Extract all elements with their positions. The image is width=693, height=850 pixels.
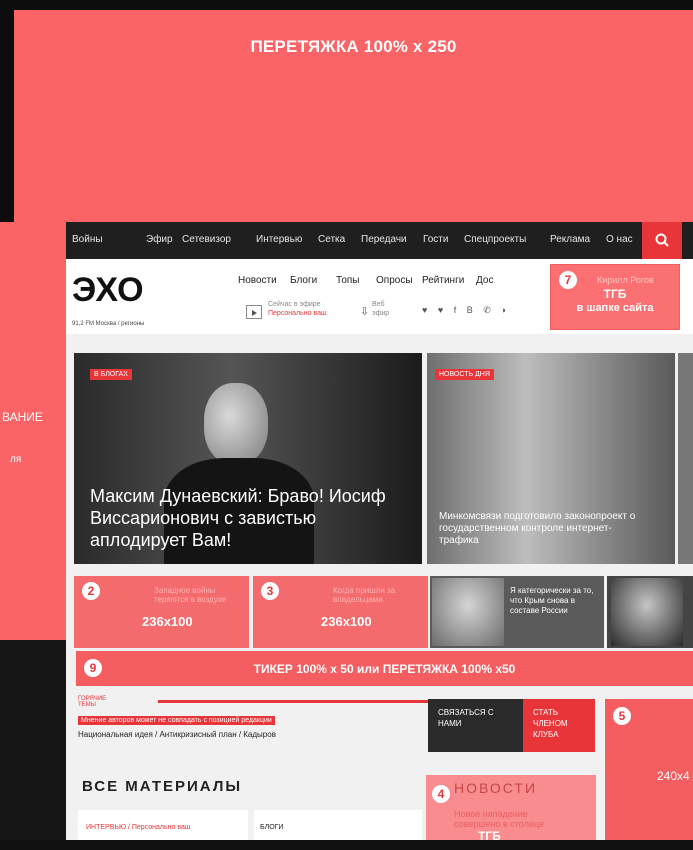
- join-label: СТАТЬ ЧЛЕНОМ КЛУБА: [533, 708, 568, 739]
- sub-nav: Новости Блоги Топы Опросы Рейтинги Дос: [238, 275, 538, 289]
- subnav-item[interactable]: Рейтинги: [422, 275, 464, 286]
- nav-item[interactable]: Сетка: [318, 234, 345, 245]
- hot-topics: ГОРЯЧИЕ ТЕМЫ Мнение авторов может не сов…: [78, 696, 428, 756]
- story-tag: В БЛОГАХ: [90, 369, 132, 380]
- news-tgb-ad: 4 НОВОСТИ Новое нападение совершено в ст…: [426, 775, 596, 850]
- site-logo[interactable]: ЭХО: [72, 271, 144, 310]
- tile-size-label: 236x100: [142, 614, 193, 629]
- banner-label: ПЕРЕТЯЖКА 100% x 250: [250, 37, 457, 56]
- opinion-text[interactable]: Я категорически за то, что Крым снова в …: [510, 586, 600, 616]
- tile-faded-text: Когда пришли за владельцами: [333, 586, 396, 604]
- page-bottom-edge: [0, 840, 693, 850]
- news-box-title: НОВОСТИ: [454, 780, 538, 796]
- news-box-headline: Новое нападение совершено в столице: [454, 809, 544, 829]
- opinion-photo: [611, 578, 683, 646]
- top-banner-ad: ПЕРЕТЯЖКА 100% x 250: [14, 10, 693, 225]
- subnav-item[interactable]: Опросы: [376, 275, 413, 286]
- divider: [158, 700, 428, 703]
- play-icon[interactable]: [246, 305, 262, 319]
- nav-item[interactable]: Эфир: [146, 234, 173, 245]
- tgb-header-ad: 7 Кирилл Рогов ТГБ в шапке сайта: [550, 264, 680, 330]
- hot-topics-label: ГОРЯЧИЕ ТЕМЫ: [78, 696, 107, 708]
- third-story-card[interactable]: [678, 353, 693, 564]
- ticker-ad: 9 ТИКЕР 100% x 50 или ПЕРЕТЯЖКА 100% x50: [76, 651, 693, 686]
- main-story-headline[interactable]: Максим Дунаевский: Браво! Иосиф Виссарио…: [90, 485, 410, 551]
- subnav-item[interactable]: Новости: [238, 275, 277, 286]
- nav-item[interactable]: Реклама: [550, 234, 590, 245]
- tgb-sublabel: в шапке сайта: [576, 302, 654, 314]
- tgb-label: ТГБ: [603, 287, 627, 301]
- on-air-label: Сейчас в эфире: [268, 301, 321, 308]
- opinion-photo: [432, 578, 504, 646]
- story-tag: НОВОСТЬ ДНЯ: [435, 369, 494, 380]
- main-story-card[interactable]: В БЛОГАХ Максим Дунаевский: Браво! Иосиф…: [74, 353, 422, 564]
- nav-item[interactable]: О нас: [606, 234, 633, 245]
- nav-item[interactable]: Интервью: [256, 234, 302, 245]
- ad-number-badge: 5: [613, 707, 631, 725]
- nav-item[interactable]: Спецпроекты: [464, 234, 526, 245]
- web-label: Веб: [372, 301, 385, 308]
- opinion-tile[interactable]: [607, 576, 693, 648]
- ad-number-badge: 4: [432, 785, 450, 803]
- contact-label: СВЯЗАТЬСЯ С НАМИ: [438, 708, 494, 728]
- second-story-card[interactable]: НОВОСТЬ ДНЯ Минкомсвязи подготовило зако…: [427, 353, 675, 564]
- social-icons[interactable]: ♥ ♥ f B ✆ ◗: [422, 305, 511, 316]
- side-ad-240x400: 5 240x4: [605, 699, 693, 850]
- ad-number-badge: 2: [82, 582, 100, 600]
- second-story-headline[interactable]: Минкомсвязи подготовило законопроект о г…: [439, 511, 639, 547]
- search-button[interactable]: [642, 222, 682, 259]
- tile-size-label: 236x100: [321, 614, 372, 629]
- site-mockup: Войны Эфир Сетевизор Интервью Сетка Пере…: [66, 222, 693, 850]
- side-ad-size-label: 240x4: [657, 769, 690, 783]
- card-label[interactable]: БЛОГИ: [260, 824, 283, 831]
- side-ad-subtext: ля: [10, 454, 22, 465]
- story-photo: [204, 383, 268, 465]
- opinion-tile[interactable]: Я категорически за то, что Крым снова в …: [430, 576, 604, 648]
- subnav-item[interactable]: Дос: [476, 275, 493, 286]
- nav-item[interactable]: Сетевизор: [182, 234, 231, 245]
- web-sublabel: эфир: [372, 310, 390, 317]
- logo-text: ЭХО: [72, 271, 144, 309]
- nav-item[interactable]: Передачи: [361, 234, 407, 245]
- ad-tile-236x100: 3 Когда пришли за владельцами 236x100: [253, 576, 428, 648]
- nav-item[interactable]: Войны: [72, 234, 103, 245]
- logo-subtitle: 91,2 FM Москва / регионы: [72, 321, 145, 327]
- subnav-item[interactable]: Топы: [336, 275, 360, 286]
- page-background-dark: [0, 640, 76, 850]
- on-air-show[interactable]: Персонально ваш: [268, 310, 327, 317]
- ticker-label: ТИКЕР 100% x 50 или ПЕРЕТЯЖКА 100% x50: [253, 662, 516, 676]
- join-club-button[interactable]: СТАТЬ ЧЛЕНОМ КЛУБА: [523, 699, 595, 752]
- top-nav: Войны Эфир Сетевизор Интервью Сетка Пере…: [66, 222, 693, 259]
- side-ad-text: ВАНИЕ: [2, 410, 43, 424]
- contact-button[interactable]: СВЯЗАТЬСЯ С НАМИ: [428, 699, 523, 752]
- download-icon[interactable]: ⇩: [360, 305, 369, 318]
- ad-number-badge: 3: [261, 582, 279, 600]
- subnav-item[interactable]: Блоги: [290, 275, 317, 286]
- search-icon: [655, 233, 669, 247]
- disclaimer: Мнение авторов может не совпадать с пози…: [78, 716, 275, 725]
- ad-tile-236x100: 2 Западное войны теряются в воздухе 236x…: [74, 576, 249, 648]
- hot-topics-links[interactable]: Национальная идея / Антикризисный план /…: [78, 730, 276, 739]
- all-materials-title: ВСЕ МАТЕРИАЛЫ: [82, 778, 243, 795]
- tgb-faded-name: Кирилл Рогов: [597, 275, 654, 285]
- nav-item[interactable]: Гости: [423, 234, 448, 245]
- tile-faded-text: Западное войны теряются в воздухе: [154, 586, 227, 604]
